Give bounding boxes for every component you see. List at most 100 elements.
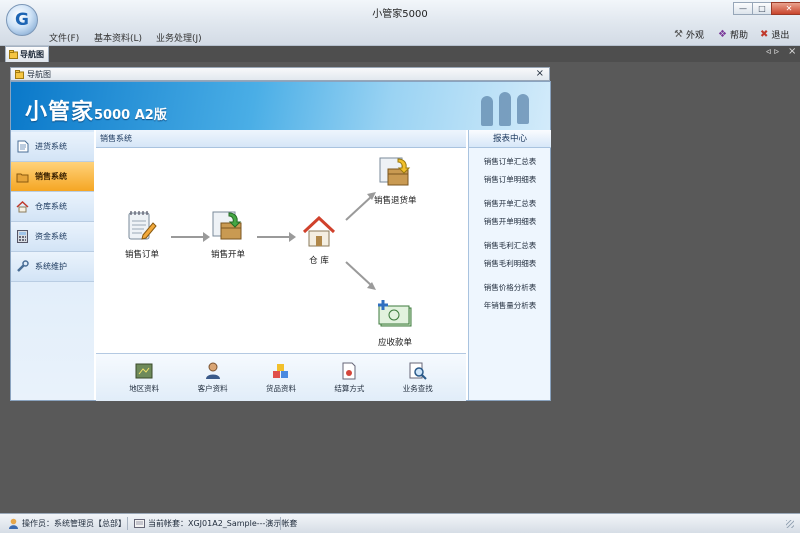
status-operator-text: 操作员：系统管理员【总部】 [22,519,126,528]
navigation-map-icon [9,50,18,59]
status-account: 当前帐套：XGJ01A2_Sample---演示帐套 [134,518,297,529]
banner: 小管家5000 A2版 [11,82,550,130]
title-bar: G 小管家5000 文件(F) 基本资料(L) 业务处理(J) — □ ✕ ⚒ 外… [0,0,800,46]
help-icon: ❖ [718,29,727,40]
toolbar-help-label: 帮助 [729,31,748,41]
tab-scroll-arrows-icon[interactable]: ᐊ ᐅ [766,48,779,56]
navigation-panel: 小管家5000 A2版 进货系统 销售系统 仓库系统 资金系统 系统维护 销售系… [10,81,551,401]
sidebar-item-sales[interactable]: 销售系统 [11,162,94,192]
status-divider [280,517,281,530]
menu-basic-data[interactable]: 基本资料(L) [94,31,142,44]
report-link[interactable]: 销售开单明细表 [469,216,551,227]
flow-arrow [257,236,291,238]
banner-title-main: 小管家 [25,100,95,125]
sidebar-item-maintenance[interactable]: 系统维护 [11,252,94,282]
sidebar-item-label: 系统维护 [35,262,67,271]
return-box-icon [377,154,413,190]
sales-return-node[interactable]: 销售退货单 [374,154,417,206]
home-icon [16,200,29,213]
warehouse-label: 仓 库 [309,256,329,266]
shortcut-label: 结算方式 [334,383,365,393]
sidebar-item-label: 仓库系统 [35,202,67,211]
map-icon [135,362,153,380]
maximize-button[interactable]: □ [752,2,772,15]
warehouse-node[interactable]: 仓 库 [301,214,337,266]
sales-invoice-node[interactable]: 销售开单 [210,208,246,260]
panel-close-icon[interactable]: × [536,68,544,79]
flow-arrow-diagonal-down [345,261,376,290]
folder-icon [16,170,29,183]
flow-arrow-head [203,232,210,242]
shortcut-bar: 地区资料 客户资料 货品资料 结算方式 业务查找 [96,353,466,401]
shortcut-customer-data[interactable]: 客户资料 [198,362,228,394]
sidebar-item-purchase[interactable]: 进货系统 [11,132,94,162]
sidebar-item-label: 资金系统 [35,232,67,241]
shortcut-goods-data[interactable]: 货品资料 [266,362,296,394]
section-title: 销售系统 [96,130,466,148]
banner-title-version: 5000 A2版 [94,108,167,123]
sidebar-item-warehouse[interactable]: 仓库系统 [11,192,94,222]
calculator-icon [16,230,29,243]
sidebar-item-funds[interactable]: 资金系统 [11,222,94,252]
status-bar: 操作员：系统管理员【总部】 当前帐套：XGJ01A2_Sample---演示帐套 [0,513,800,533]
tab-close-icon[interactable]: × [788,46,796,57]
warehouse-house-icon [301,214,337,250]
shortcut-label: 客户资料 [197,383,228,393]
report-link[interactable]: 销售毛利明细表 [469,258,551,269]
sales-return-label: 销售退货单 [374,196,417,206]
business-person-image [499,92,511,126]
toolbar-appearance-label: 外观 [685,31,704,41]
toolbar-exit-button[interactable]: ✖ 退出 [760,28,789,41]
menu-file[interactable]: 文件(F) [49,31,79,44]
flow-arrow [171,236,205,238]
wrench-icon: ⚒ [674,29,683,40]
receivable-label: 应收款单 [377,338,412,348]
panel-title-bar: 导航图 × [10,67,550,81]
money-icon [377,296,413,332]
status-account-text: 当前帐套：XGJ01A2_Sample---演示帐套 [148,519,298,528]
toolbar-appearance-button[interactable]: ⚒ 外观 [674,28,704,41]
document-icon [16,140,29,153]
shortcut-label: 地区资料 [129,383,160,393]
report-link[interactable]: 销售订单明细表 [469,174,551,185]
status-divider [127,517,128,530]
exit-icon: ✖ [760,29,769,40]
tab-label: 导航图 [20,50,44,59]
banner-title: 小管家5000 A2版 [25,94,167,126]
wrench-icon [16,260,29,273]
shortcut-label: 货品资料 [265,383,296,393]
report-link[interactable]: 销售订单汇总表 [469,156,551,167]
search-icon [409,362,427,380]
sales-order-node[interactable]: 销售订单 [124,208,160,260]
report-center-title: 报表中心 [469,130,551,148]
app-title: 小管家5000 [372,9,428,20]
status-operator: 操作员：系统管理员【总部】 [8,518,126,529]
report-link[interactable]: 年销售量分析表 [469,300,551,311]
module-sidebar: 进货系统 销售系统 仓库系统 资金系统 系统维护 [11,130,94,400]
receivable-node[interactable]: 应收款单 [377,296,413,348]
notepad-pencil-icon [124,208,160,244]
minimize-button[interactable]: — [733,2,753,15]
tab-navigation-map[interactable]: 导航图 [5,46,49,62]
sales-order-label: 销售订单 [124,250,159,260]
operator-icon [9,518,18,529]
goods-icon [272,362,290,380]
sidebar-item-label: 销售系统 [35,172,67,181]
toolbar-help-button[interactable]: ❖ 帮助 [718,28,748,41]
account-icon [134,519,145,528]
report-link[interactable]: 销售价格分析表 [469,282,551,293]
sales-flow-diagram: 销售订单 销售开单 仓 库 销售退货单 应收款单 [96,148,466,352]
shortcut-business-search[interactable]: 业务查找 [403,362,433,394]
flow-arrow-head [289,232,296,242]
close-button[interactable]: ✕ [771,2,800,15]
menu-business[interactable]: 业务处理(J) [156,31,202,44]
toolbar-exit-label: 退出 [771,31,790,41]
invoice-box-icon [210,208,246,244]
resize-grip-icon[interactable] [786,520,794,528]
shortcut-region-data[interactable]: 地区资料 [129,362,159,394]
report-center: 报表中心 销售订单汇总表 销售订单明细表 销售开单汇总表 销售开单明细表 销售毛… [468,130,551,400]
shortcut-settlement[interactable]: 结算方式 [334,362,364,394]
report-link[interactable]: 销售开单汇总表 [469,198,551,209]
settlement-icon [340,362,358,380]
report-link[interactable]: 销售毛利汇总表 [469,240,551,251]
